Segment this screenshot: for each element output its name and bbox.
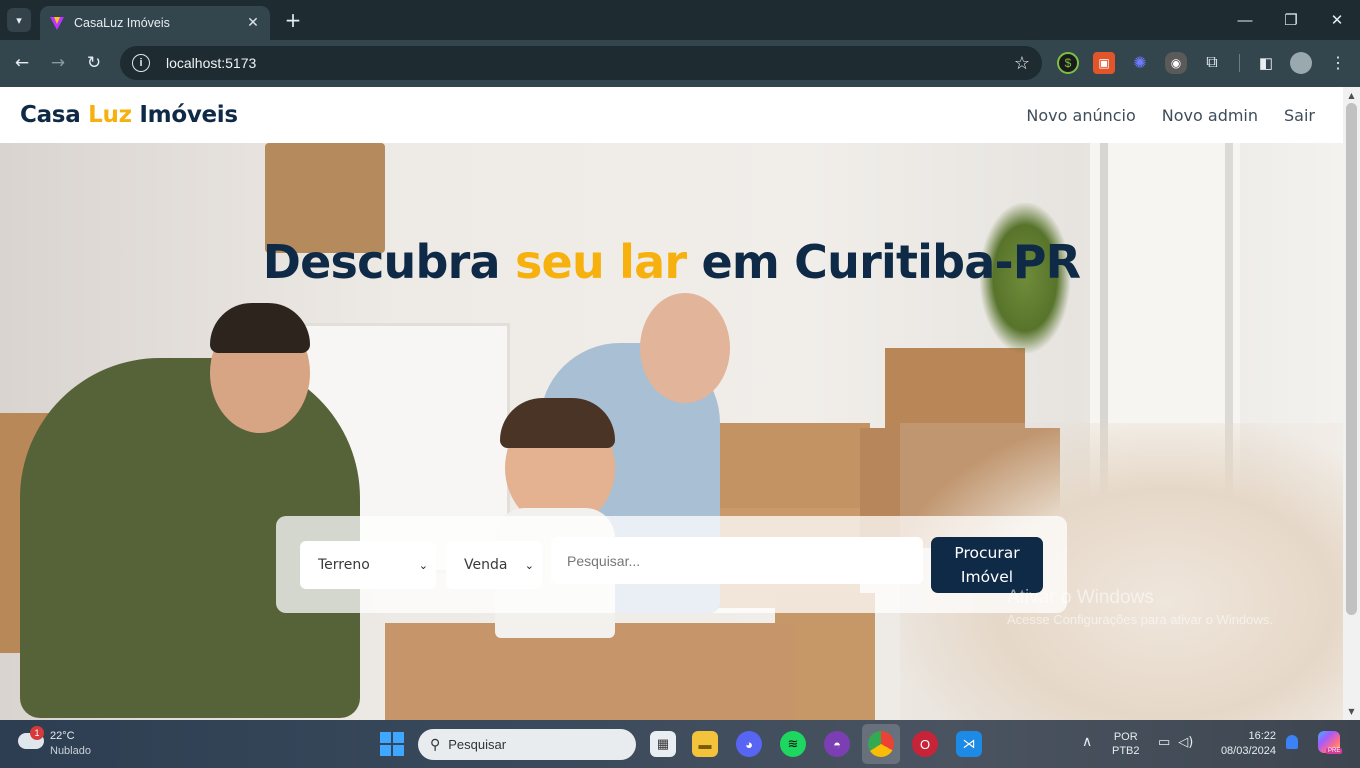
scroll-up-arrow-icon[interactable]: ▲ — [1343, 87, 1360, 104]
hero-title-part1: Descubra — [262, 235, 501, 289]
vscode-icon[interactable]: ⋊ — [956, 731, 982, 757]
hero-title: Descubra seu lar em Curitiba-PR — [0, 235, 1343, 289]
browser-tab-bar: ▾ CasaLuz Imóveis ✕ + — ❐ ✕ — [0, 0, 1360, 40]
back-arrow-icon[interactable]: ← — [8, 49, 36, 77]
nav-new-admin-link[interactable]: Novo admin — [1162, 106, 1258, 125]
search-button-line1: Procurar — [954, 544, 1020, 562]
logo-accent: Luz — [88, 102, 132, 128]
activation-title: Ativar o Windows — [1007, 587, 1154, 608]
tab-title: CasaLuz Imóveis — [74, 16, 170, 30]
property-type-select[interactable]: Terreno ⌄ — [300, 541, 436, 589]
search-icon: ⚲ — [430, 736, 441, 753]
notification-bell-icon[interactable] — [1286, 735, 1298, 749]
forward-arrow-icon[interactable]: → — [44, 49, 72, 77]
weather-condition: Nublado — [50, 745, 91, 757]
woman-face — [640, 293, 730, 403]
weather-temperature: 22°C — [50, 730, 75, 742]
taskbar-clock[interactable]: 16:22 08/03/2024 — [1212, 729, 1276, 759]
chrome-icon[interactable] — [868, 731, 894, 757]
new-tab-button[interactable]: + — [281, 8, 305, 32]
search-panel: Terreno ⌄ Venda ⌄ Procurar Imóvel — [276, 516, 1067, 613]
weather-widget[interactable]: 1 22°C Nublado — [16, 726, 116, 762]
vite-favicon-icon — [48, 14, 66, 32]
tray-overflow-chevron-icon[interactable]: ∧ — [1082, 734, 1092, 750]
spotify-icon[interactable]: ≋ — [780, 731, 806, 757]
tray-icons[interactable]: ▭ ◁) — [1158, 735, 1193, 750]
box-living-room — [700, 423, 870, 508]
extension-robot-icon[interactable]: ◉ — [1165, 52, 1187, 74]
reload-icon[interactable]: ↻ — [80, 49, 108, 77]
taskbar-search-box[interactable]: ⚲ Pesquisar — [418, 729, 636, 760]
site-header: Casa Luz Imóveis Novo anúncio Novo admin… — [0, 87, 1343, 143]
extension-dollar-icon[interactable]: $ — [1057, 52, 1079, 74]
windows-activation-watermark: Ativar o Windows Acesse Configurações pa… — [1007, 587, 1273, 627]
logo-part2: Imóveis — [139, 102, 238, 128]
clock-time: 16:22 — [1248, 730, 1276, 742]
address-bar[interactable]: i localhost:5173 ☆ — [120, 46, 1042, 80]
copilot-pre-badge: PRE — [1326, 748, 1343, 754]
browser-menu-icon[interactable]: ⋮ — [1327, 52, 1349, 74]
hero-title-accent: seu lar — [514, 235, 687, 289]
site-logo[interactable]: Casa Luz Imóveis — [20, 102, 238, 128]
address-url[interactable]: localhost:5173 — [166, 55, 1014, 71]
network-icon[interactable]: ▭ — [1158, 735, 1170, 750]
browser-toolbar: ← → ↻ i localhost:5173 ☆ $ ▣ ✺ ◉ ⧉ ◧ ⋮ — [0, 40, 1360, 87]
lang-line1: POR — [1113, 731, 1138, 743]
nav-logout-link[interactable]: Sair — [1284, 106, 1315, 125]
bookmark-star-icon[interactable]: ☆ — [1014, 53, 1030, 74]
box-top-right — [885, 348, 1025, 428]
page-viewport: Casa Luz Imóveis Novo anúncio Novo admin… — [0, 87, 1343, 720]
site-info-icon[interactable]: i — [132, 54, 150, 72]
page-scrollbar[interactable]: ▲ ▼ — [1343, 87, 1360, 720]
volume-icon[interactable]: ◁) — [1178, 735, 1193, 750]
chevron-down-icon: ⌄ — [524, 558, 534, 572]
search-button-line2: Imóvel — [960, 568, 1014, 586]
hero-title-part2: em Curitiba-PR — [701, 235, 1081, 289]
toolbar-divider — [1239, 54, 1240, 72]
lang-line2: PTB2 — [1112, 745, 1140, 757]
hero-section: Descubra seu lar em Curitiba-PR Terreno … — [0, 143, 1343, 720]
logo-part1: Casa — [20, 102, 81, 128]
clock-date: 08/03/2024 — [1220, 745, 1276, 757]
windows-start-icon[interactable] — [380, 732, 404, 756]
task-view-icon[interactable]: ▦ — [650, 731, 676, 757]
deal-type-value: Venda — [464, 557, 508, 573]
chevron-down-icon: ⌄ — [418, 558, 428, 572]
nav-new-listing-link[interactable]: Novo anúncio — [1026, 106, 1135, 125]
close-window-button[interactable]: ✕ — [1314, 6, 1360, 34]
opera-icon[interactable]: O — [912, 731, 938, 757]
weather-notification-badge: 1 — [30, 726, 44, 740]
site-nav: Novo anúncio Novo admin Sair — [1026, 106, 1315, 125]
minimize-button[interactable]: — — [1222, 6, 1268, 34]
deal-type-select[interactable]: Venda ⌄ — [446, 541, 542, 589]
scroll-thumb[interactable] — [1346, 103, 1357, 615]
github-desktop-icon[interactable]: ◓ — [824, 731, 850, 757]
extension-asterisk-icon[interactable]: ✺ — [1129, 52, 1151, 74]
scroll-down-arrow-icon[interactable]: ▼ — [1343, 703, 1360, 720]
search-property-button[interactable]: Procurar Imóvel — [931, 537, 1043, 593]
tab-close-icon[interactable]: ✕ — [244, 15, 262, 31]
windows-taskbar: 1 22°C Nublado ⚲ Pesquisar ▦ ▬ ◕ ≋ ◓ O ⋊… — [0, 720, 1360, 768]
extension-capture-icon[interactable]: ▣ — [1093, 52, 1115, 74]
girl-hair — [500, 398, 615, 448]
property-type-value: Terreno — [318, 557, 370, 573]
discord-icon[interactable]: ◕ — [736, 731, 762, 757]
browser-tab-active[interactable]: CasaLuz Imóveis ✕ — [40, 6, 270, 40]
extensions-puzzle-icon[interactable]: ⧉ — [1201, 52, 1223, 74]
tab-search-button[interactable]: ▾ — [7, 8, 31, 32]
search-input[interactable] — [551, 537, 923, 584]
activation-subtitle: Acesse Configurações para ativar o Windo… — [1007, 612, 1273, 627]
taskbar-search-label: Pesquisar — [448, 737, 507, 752]
keyboard-language[interactable]: POR PTB2 — [1112, 730, 1140, 758]
file-explorer-icon[interactable]: ▬ — [692, 731, 718, 757]
side-panel-icon[interactable]: ◧ — [1255, 52, 1277, 74]
profile-avatar[interactable] — [1290, 52, 1312, 74]
restore-button[interactable]: ❐ — [1268, 6, 1314, 34]
